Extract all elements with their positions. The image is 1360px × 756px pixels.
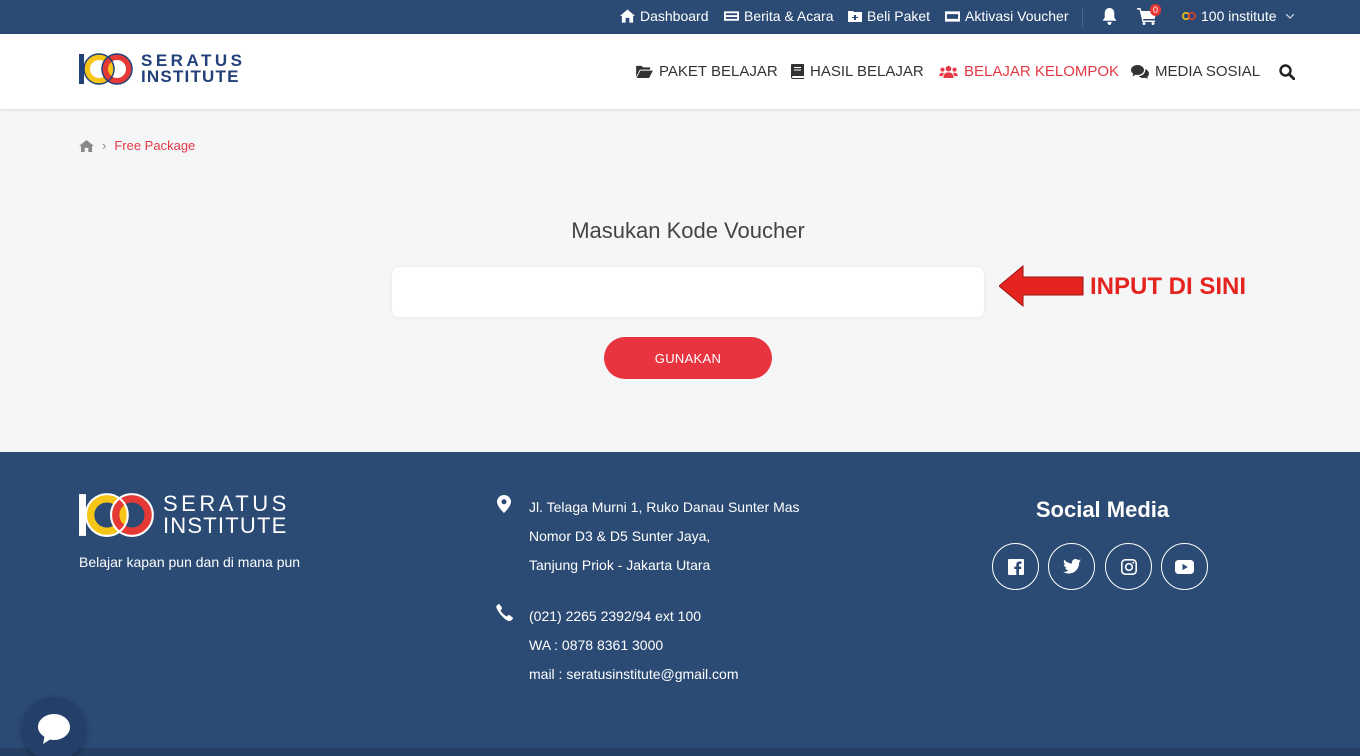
cart-count-badge: 0 <box>1150 4 1162 16</box>
use-voucher-button[interactable]: GUNAKAN <box>604 337 772 379</box>
newspaper-icon <box>724 11 739 21</box>
folder-open-icon <box>636 65 653 78</box>
account-menu[interactable]: 100 institute <box>1182 8 1294 24</box>
buy-package-link[interactable]: Beli Paket <box>848 8 930 24</box>
news-label: Berita & Acara <box>744 8 834 24</box>
map-marker-icon <box>497 495 511 513</box>
seratus-logo-icon <box>79 53 133 85</box>
footer-logo-line2: INSTITUTE <box>163 513 288 538</box>
voucher-title: Masukan Kode Voucher <box>571 218 805 243</box>
logo-line2: INSTITUTE <box>141 67 240 86</box>
nav-belajar-kelompok[interactable]: BELAJAR KELOMPOK <box>939 63 1119 80</box>
comments-icon <box>1131 64 1149 79</box>
contact-email[interactable]: mail : seratusinstitute@gmail.com <box>529 666 739 682</box>
annotation-label: INPUT DI SINI <box>1090 273 1247 300</box>
top-bar-divider <box>1082 7 1083 27</box>
nav-paket-belajar[interactable]: PAKET BELAJAR <box>636 63 778 80</box>
main-nav: SERATUS INSTITUTE PAKET BELAJAR HASIL BE… <box>0 34 1360 109</box>
dashboard-link[interactable]: Dashboard <box>620 8 709 24</box>
account-name: 100 institute <box>1201 8 1277 24</box>
buy-package-label: Beli Paket <box>867 8 931 24</box>
dashboard-label: Dashboard <box>640 8 709 24</box>
youtube-button[interactable] <box>1161 543 1208 590</box>
breadcrumb: › Free Package <box>79 138 195 153</box>
contact-phone: (021) 2265 2392/94 ext 100 <box>529 608 702 624</box>
nav-media-sosial-label: MEDIA SOSIAL <box>1155 63 1261 80</box>
footer-bottom-strip <box>0 748 1360 756</box>
book-icon <box>791 64 804 79</box>
nav-belajar-kelompok-label: BELAJAR KELOMPOK <box>964 63 1120 80</box>
bell-icon <box>1102 8 1117 25</box>
social-media-title: Social Media <box>1035 497 1170 522</box>
top-bar: Dashboard Berita & Acara Beli Paket Akti… <box>0 0 1360 34</box>
voucher-activation-link[interactable]: Aktivasi Voucher <box>945 8 1069 24</box>
phone-icon <box>496 604 513 621</box>
chat-bubble-icon <box>38 714 70 744</box>
nav-hasil-belajar[interactable]: HASIL BELAJAR <box>791 63 924 80</box>
home-icon <box>620 9 635 23</box>
voucher-code-input[interactable] <box>391 266 985 318</box>
breadcrumb-current[interactable]: Free Package <box>114 138 195 153</box>
facebook-button[interactable] <box>992 543 1039 590</box>
footer: SERATUS INSTITUTE Belajar kapan pun dan … <box>0 452 1360 756</box>
notification-button[interactable] <box>1102 8 1117 25</box>
twitter-button[interactable] <box>1048 543 1095 590</box>
users-icon <box>939 65 958 78</box>
address-line-3: Tanjung Priok - Jakarta Utara <box>529 557 711 573</box>
arrow-left-icon <box>999 265 1084 307</box>
search-button[interactable] <box>1279 64 1295 80</box>
address-line-1: Jl. Telaga Murni 1, Ruko Danau Sunter Ma… <box>529 499 800 515</box>
twitter-icon <box>1062 559 1081 574</box>
contact-wa: WA : 0878 8361 3000 <box>529 637 664 653</box>
nav-media-sosial[interactable]: MEDIA SOSIAL <box>1131 63 1260 80</box>
ticket-icon <box>945 10 960 22</box>
nav-paket-belajar-label: PAKET BELAJAR <box>659 63 778 80</box>
site-logo[interactable]: SERATUS INSTITUTE <box>79 52 245 86</box>
news-link[interactable]: Berita & Acara <box>724 8 834 24</box>
chat-widget-button[interactable] <box>22 697 86 756</box>
folder-plus-icon <box>848 11 862 22</box>
home-icon[interactable] <box>79 139 94 152</box>
footer-tagline: Belajar kapan pun dan di mana pun <box>79 554 301 570</box>
search-icon <box>1279 64 1295 80</box>
account-logo-icon <box>1182 12 1196 20</box>
address-line-2: Nomor D3 & D5 Sunter Jaya, <box>529 528 711 544</box>
instagram-button[interactable] <box>1105 543 1152 590</box>
nav-hasil-belajar-label: HASIL BELAJAR <box>810 63 924 80</box>
footer-logo: SERATUS INSTITUTE <box>79 491 290 539</box>
seratus-logo-icon <box>79 493 154 537</box>
chevron-down-icon <box>1285 13 1294 19</box>
facebook-icon <box>1007 558 1024 575</box>
youtube-icon <box>1175 559 1194 574</box>
breadcrumb-separator: › <box>102 138 107 153</box>
instagram-icon <box>1120 558 1137 575</box>
footer-logo-line1: SERATUS <box>163 491 290 516</box>
voucher-activation-label: Aktivasi Voucher <box>965 8 1069 24</box>
